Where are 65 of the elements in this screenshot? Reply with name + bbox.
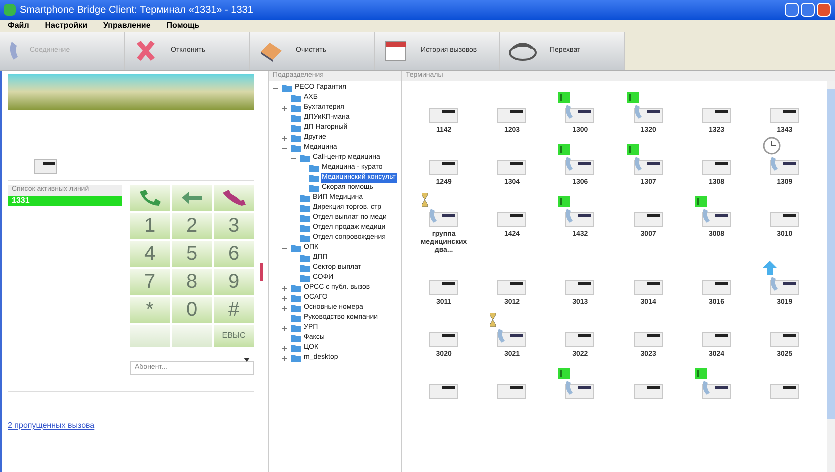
keypad-key[interactable]: 7 [130,269,170,295]
desk-phone-icon[interactable] [700,379,733,401]
dropdown-caret-icon [244,358,250,362]
expand-icon[interactable] [282,326,287,330]
desk-phone-icon[interactable] [700,207,733,229]
keypad-key[interactable]: 4 [130,241,170,267]
transfer-button[interactable] [172,185,212,211]
flag-icon [558,368,570,379]
flag-icon [694,196,707,207]
hourglass-icon [422,193,428,207]
keypad-key[interactable]: 3 [214,213,254,239]
expand-icon[interactable] [282,296,287,300]
flag-icon [694,368,707,379]
keypad-key[interactable]: 9 [214,269,254,295]
scrollbar[interactable] [827,81,835,472]
splitter-handle[interactable] [260,262,263,280]
close-icon[interactable] [817,3,831,17]
hangup-button[interactable] [214,185,254,211]
minimize-icon[interactable] [785,3,799,17]
menu-item[interactable]: Управление [104,20,151,32]
phone-icon [8,42,18,60]
call-button[interactable] [130,185,170,211]
keypad-key[interactable]: 2 [172,213,212,239]
hourglass-icon [490,313,496,327]
keypad-key[interactable]: 8 [172,269,212,295]
desk-phone-icon[interactable] [564,155,596,177]
clock-icon [762,137,781,155]
menu-item[interactable]: Настройки [45,20,88,32]
desk-phone-icon[interactable] [564,103,596,125]
keypad-key[interactable]: 1 [130,213,170,239]
keypad-key[interactable]: 0 [172,297,212,323]
desk-phone-icon[interactable] [632,103,665,125]
flag-icon [558,196,570,207]
menu-item[interactable]: Файл [8,20,30,32]
up-arrow-icon [762,261,777,275]
keypad-key[interactable]: 6 [214,241,254,267]
keypad-key[interactable]: # [214,297,254,323]
expand-icon[interactable] [282,106,287,110]
desk-phone-icon[interactable] [496,327,528,349]
menu-item[interactable]: Помощь [166,20,200,32]
expand-icon[interactable] [282,286,287,290]
keypad-key[interactable]: * [130,297,170,323]
expand-icon[interactable] [282,356,287,360]
call-icon [137,189,163,207]
desk-phone-icon[interactable] [768,155,801,177]
flag-icon [558,144,570,155]
desk-phone-icon[interactable] [564,207,596,229]
desk-phone-icon[interactable] [428,207,460,229]
window-title: Smartphone Bridge Client: Терминал «1331» - 1331 [20,4,254,18]
expand-icon[interactable] [282,306,287,310]
missed-calls-link[interactable]: 2 пропущенных вызова [8,421,95,430]
maximize-icon[interactable] [801,3,815,17]
keypad-function-button[interactable]: ЕВЫС [214,325,254,347]
desk-phone-icon[interactable] [768,275,801,297]
flag-icon [626,92,639,103]
expand-icon[interactable] [282,136,287,140]
hang-up-icon [221,189,247,207]
scrollbar-thumb[interactable] [827,89,835,419]
flag-icon [626,144,639,155]
app-icon [4,4,16,16]
desk-phone-icon[interactable] [564,379,596,401]
desk-phone-icon[interactable] [632,155,665,177]
keypad-key[interactable]: 5 [172,241,212,267]
expand-icon[interactable] [282,346,287,350]
flag-icon [558,92,570,103]
